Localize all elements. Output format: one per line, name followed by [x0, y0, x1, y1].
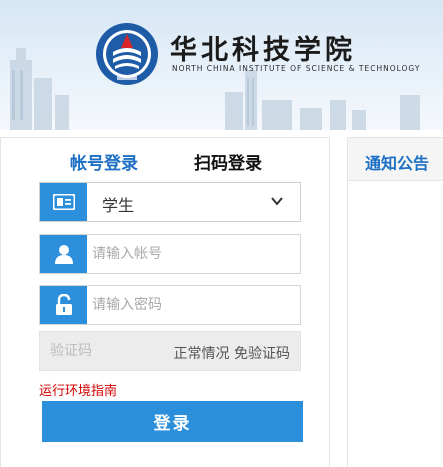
tab-qrcode-login[interactable]: 扫码登录 — [194, 149, 262, 174]
tab-account-login[interactable]: 帐号登录 — [70, 149, 138, 174]
header-banner: 华北科技学院 NORTH CHINA INSTITUTE OF SCIENCE … — [0, 0, 443, 130]
notice-header: 通知公告 — [348, 138, 443, 181]
captcha-field: 正常情况 免验证码 — [39, 331, 301, 371]
chevron-down-icon — [271, 197, 283, 206]
school-name-english: NORTH CHINA INSTITUTE OF SCIENCE & TECHN… — [172, 64, 421, 73]
school-emblem-icon — [96, 23, 158, 85]
role-selected-value: 学生 — [102, 196, 135, 215]
login-panel: 帐号登录 扫码登录 学生 请输入帐号 验证码 正常情况 免验证码 运行环境指南 … — [0, 137, 330, 467]
notice-title[interactable]: 通知公告 — [365, 150, 429, 174]
id-card-icon — [40, 183, 87, 221]
school-name-chinese: 华北科技学院 — [170, 35, 356, 66]
password-input[interactable] — [92, 286, 292, 324]
login-button[interactable]: 登录 — [42, 401, 303, 442]
role-select[interactable]: 学生 — [39, 182, 301, 222]
env-guide-link[interactable]: 运行环境指南 — [39, 380, 117, 399]
captcha-note: 正常情况 免验证码 — [173, 346, 290, 362]
password-field — [39, 285, 301, 325]
notice-panel: 通知公告 — [347, 137, 443, 467]
lock-icon — [40, 286, 87, 324]
captcha-input[interactable] — [50, 332, 150, 370]
user-icon — [40, 235, 87, 273]
username-field — [39, 234, 301, 274]
username-input[interactable] — [92, 235, 292, 273]
